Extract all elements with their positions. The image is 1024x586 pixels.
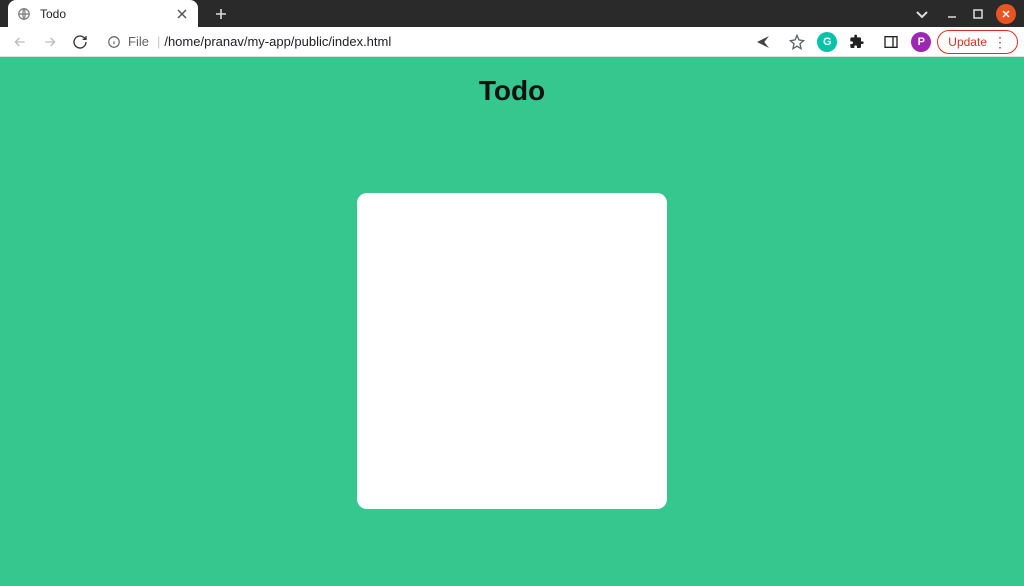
address-separator: | [157, 34, 160, 49]
profile-avatar[interactable]: P [911, 32, 931, 52]
back-icon[interactable] [6, 28, 34, 56]
address-bar[interactable]: File | /home/pranav/my-app/public/index.… [100, 29, 743, 55]
toolbar-right: G P Update ⋮ [749, 28, 1018, 56]
page-title: Todo [479, 75, 545, 107]
address-scheme: File [128, 34, 149, 49]
grammarly-icon[interactable]: G [817, 32, 837, 52]
window-controls [910, 0, 1020, 27]
tab-close-icon[interactable] [174, 6, 190, 22]
send-icon[interactable] [749, 28, 777, 56]
update-button-label: Update [948, 35, 987, 49]
window-close-icon[interactable] [996, 4, 1016, 24]
page-content: Todo [0, 57, 1024, 586]
tab-search-icon[interactable] [910, 6, 934, 22]
browser-title-bar: Todo [0, 0, 1024, 27]
side-panel-icon[interactable] [877, 28, 905, 56]
browser-toolbar: File | /home/pranav/my-app/public/index.… [0, 27, 1024, 57]
todo-card [357, 193, 667, 509]
reload-icon[interactable] [66, 28, 94, 56]
browser-tab[interactable]: Todo [8, 0, 198, 27]
tab-title: Todo [40, 7, 174, 21]
info-icon[interactable] [106, 34, 122, 50]
star-icon[interactable] [783, 28, 811, 56]
globe-icon [16, 6, 32, 22]
forward-icon[interactable] [36, 28, 64, 56]
update-button[interactable]: Update ⋮ [937, 30, 1018, 54]
menu-dots-icon: ⋮ [993, 35, 1007, 49]
new-tab-button[interactable] [208, 1, 234, 27]
maximize-icon[interactable] [970, 6, 986, 22]
minimize-icon[interactable] [944, 6, 960, 22]
address-path: /home/pranav/my-app/public/index.html [164, 34, 391, 49]
extensions-icon[interactable] [843, 28, 871, 56]
